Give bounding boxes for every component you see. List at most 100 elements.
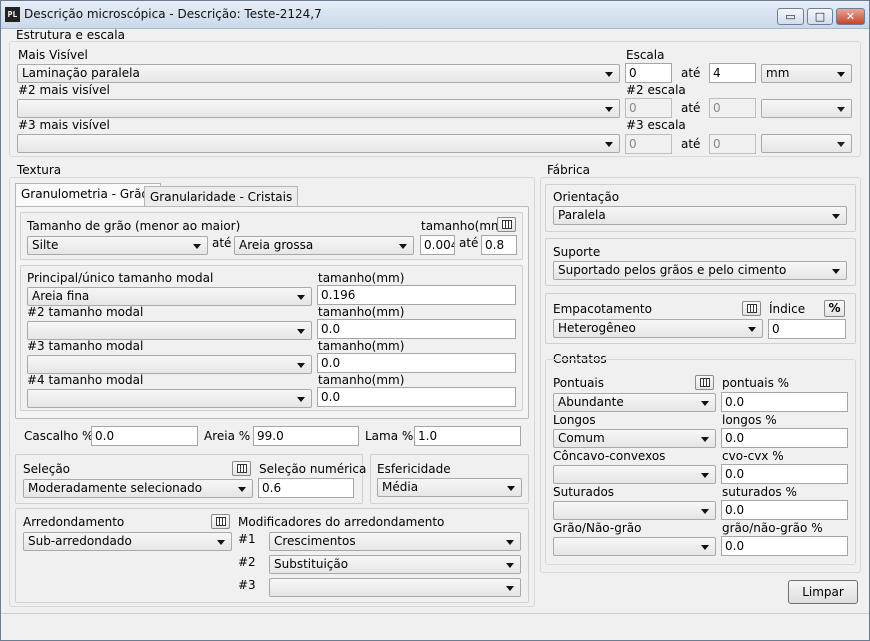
grain-size-to[interactable]: 0.8: [481, 235, 517, 255]
grain-min-select[interactable]: Silte: [27, 236, 208, 255]
chevron-down-icon: [701, 545, 709, 550]
modal-select-1[interactable]: Areia fina: [27, 287, 312, 306]
escala-to-2[interactable]: 0: [709, 98, 756, 118]
cascalho-label: Cascalho %: [24, 429, 94, 443]
percent-icon[interactable]: %: [824, 300, 845, 317]
contato-pct-concavo[interactable]: 0.0: [721, 464, 848, 484]
modificador-select-2[interactable]: Substituição: [269, 555, 521, 574]
modal-label-3: #3 tamanho modal: [27, 339, 144, 353]
escala-to-3[interactable]: 0: [709, 134, 756, 154]
ate-label-3: até: [681, 137, 701, 151]
estrutura-label-1: Mais Visível: [18, 48, 88, 62]
modal-size-2[interactable]: 0.0: [317, 319, 516, 339]
orientacao-select[interactable]: Paralela: [553, 206, 847, 225]
estrutura-select-3[interactable]: [17, 134, 620, 153]
status-bar: [1, 613, 869, 640]
minimize-icon[interactable]: ▭: [777, 8, 804, 25]
ate-label-2: até: [681, 101, 701, 115]
chevron-down-icon: [837, 72, 845, 77]
chevron-down-icon: [399, 244, 407, 249]
contato-pct-label-pontuais: pontuais %: [722, 376, 790, 390]
selecao-select[interactable]: Moderadamente selecionado: [23, 479, 253, 498]
contato-pct-longos[interactable]: 0.0: [721, 428, 848, 448]
suporte-select[interactable]: Suportado pelos grãos e pelo cimento: [553, 261, 847, 280]
chevron-down-icon: [297, 295, 305, 300]
modificador-select-3[interactable]: [269, 578, 521, 597]
chevron-down-icon: [507, 486, 515, 491]
contato-label-suturados: Suturados: [553, 485, 615, 499]
grain-size-title: Tamanho de grão (menor ao maior): [27, 219, 241, 233]
modal-size-4[interactable]: 0.0: [317, 387, 516, 407]
grain-size-ate-label: até: [459, 236, 479, 250]
ate-label-1: até: [681, 66, 701, 80]
suporte-label: Suporte: [553, 245, 601, 259]
indice-field[interactable]: 0: [768, 319, 846, 339]
modal-select-2[interactable]: [27, 321, 312, 340]
modal-select-4[interactable]: [27, 389, 312, 408]
empacotamento-label: Empacotamento: [553, 302, 652, 316]
calculator-icon[interactable]: [232, 461, 251, 476]
calculator-icon[interactable]: [497, 217, 516, 232]
areia-field[interactable]: 99.0: [253, 426, 359, 446]
modificador-select-1[interactable]: Crescimentos: [269, 532, 521, 551]
chevron-down-icon: [506, 540, 514, 545]
grain-size-from[interactable]: 0.004: [420, 235, 455, 255]
indice-label: Índice: [769, 302, 806, 316]
escala-from-1[interactable]: 0: [625, 63, 672, 83]
contato-select-longos[interactable]: Comum: [553, 429, 716, 448]
close-icon[interactable]: ✕: [836, 8, 865, 25]
escala-from-3[interactable]: 0: [625, 134, 672, 154]
modificadores-label: Modificadores do arredondamento: [238, 515, 445, 529]
arredondamento-select[interactable]: Sub-arredondado: [23, 532, 232, 551]
chevron-down-icon: [506, 586, 514, 591]
escala-to-1[interactable]: 4: [709, 63, 756, 83]
chevron-down-icon: [297, 363, 305, 368]
estrutura-select-2[interactable]: [17, 99, 620, 118]
tab-granularidade[interactable]: Granularidade - Cristais: [144, 186, 299, 208]
fabrica-group-title: Fábrica: [547, 163, 590, 177]
calculator-icon[interactable]: [695, 375, 714, 390]
contato-pct-label-longos: longos %: [722, 413, 777, 427]
chevron-down-icon: [837, 107, 845, 112]
empacotamento-select[interactable]: Heterogêneo: [553, 319, 763, 338]
chevron-down-icon: [506, 563, 514, 568]
cascalho-field[interactable]: 0.0: [91, 426, 198, 446]
orientacao-label: Orientação: [553, 190, 620, 204]
contato-pct-label-suturados: suturados %: [722, 485, 797, 499]
chevron-down-icon: [605, 107, 613, 112]
contato-select-concavo[interactable]: [553, 465, 716, 484]
escala-unit-select-3[interactable]: [761, 134, 852, 153]
calculator-icon[interactable]: [742, 301, 761, 316]
chevron-down-icon: [605, 72, 613, 77]
escala-unit-select-2[interactable]: [761, 99, 852, 118]
lama-field[interactable]: 1.0: [414, 426, 521, 446]
calculator-icon[interactable]: [211, 514, 230, 529]
modal-size-1[interactable]: 0.196: [317, 285, 516, 305]
app-logo-icon: PL: [5, 7, 20, 22]
contato-pct-label-concavo: cvo-cvx %: [722, 449, 784, 463]
clear-button[interactable]: Limpar: [788, 580, 858, 604]
chevron-down-icon: [297, 329, 305, 334]
contato-label-longos: Longos: [553, 413, 596, 427]
esfericidade-select[interactable]: Média: [377, 478, 522, 497]
tab-granulometria[interactable]: Granulometria - Grãos: [15, 183, 162, 207]
selecao-label: Seleção: [23, 462, 71, 476]
selecao-numerica-field[interactable]: 0.6: [258, 478, 354, 498]
escala-from-2[interactable]: 0: [625, 98, 672, 118]
maximize-icon[interactable]: □: [807, 8, 833, 25]
modal-size-label-4: tamanho(mm): [318, 373, 405, 387]
modal-select-3[interactable]: [27, 355, 312, 374]
grain-max-select[interactable]: Areia grossa: [234, 236, 414, 255]
contato-pct-pontuais[interactable]: 0.0: [721, 392, 848, 412]
contato-select-grao[interactable]: [553, 537, 716, 556]
contato-pct-grao[interactable]: 0.0: [721, 536, 848, 556]
contato-select-pontuais[interactable]: Abundante: [553, 393, 716, 412]
modal-size-label-3: tamanho(mm): [318, 339, 405, 353]
contato-select-suturados[interactable]: [553, 501, 716, 520]
chevron-down-icon: [701, 437, 709, 442]
estrutura-select-1[interactable]: Laminação paralela: [17, 64, 620, 83]
escala-unit-select-1[interactable]: mm: [761, 64, 852, 83]
modal-size-3[interactable]: 0.0: [317, 353, 516, 373]
title-bar: PL Descrição microscópica - Descrição: T…: [1, 1, 869, 29]
contato-pct-suturados[interactable]: 0.0: [721, 500, 848, 520]
